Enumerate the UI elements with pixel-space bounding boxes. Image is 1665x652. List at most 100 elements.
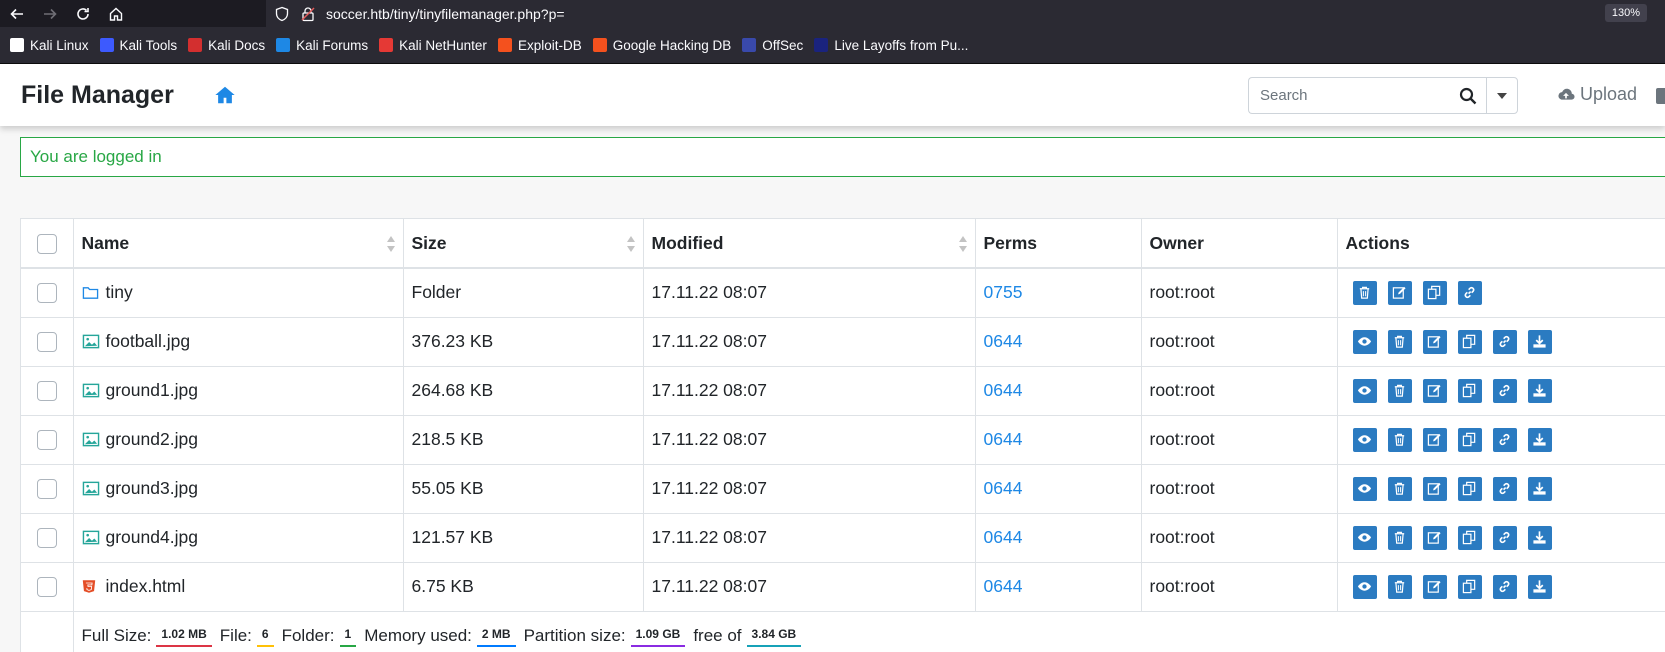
row-checkbox[interactable] [36,430,57,451]
home-outline-icon [109,7,122,21]
row-checkbox[interactable] [36,577,57,598]
row-checkbox[interactable] [36,528,57,549]
name-cell: ground3.jpg [73,464,404,514]
row-checkbox[interactable] [36,283,57,304]
rename-button[interactable] [1422,378,1447,403]
bookmark-item[interactable]: Kali Forums [276,38,368,53]
zoom-indicator[interactable]: 130% [1604,4,1647,22]
direct-link-button[interactable] [1492,329,1517,354]
bookmark-item[interactable]: Kali NetHunter [379,38,487,53]
delete-button[interactable] [1352,280,1377,305]
file-name-link[interactable]: ground2.jpg [106,429,198,450]
delete-button[interactable] [1387,525,1412,550]
bookmark-item[interactable]: Live Layoffs from Pu... [814,38,968,53]
file-name-link[interactable]: ground4.jpg [106,527,198,548]
column-header-name[interactable]: Name [73,219,404,269]
row-checkbox[interactable] [36,381,57,402]
rename-button[interactable] [1422,427,1447,452]
preview-button[interactable] [1352,427,1377,452]
forward-button[interactable] [33,0,66,27]
preview-button[interactable] [1352,378,1377,403]
download-button[interactable] [1527,427,1552,452]
sort-icon[interactable] [386,236,395,252]
direct-link-button[interactable] [1457,280,1482,305]
preview-button[interactable] [1352,329,1377,354]
download-button[interactable] [1527,476,1552,501]
copy-button[interactable] [1422,280,1447,305]
perms-link[interactable]: 0644 [984,576,1023,596]
direct-link-button[interactable] [1492,574,1517,599]
copy-button[interactable] [1457,378,1482,403]
preview-button[interactable] [1352,476,1377,501]
file-name-link[interactable]: ground1.jpg [106,380,198,401]
direct-link-button[interactable] [1492,476,1517,501]
upload-button[interactable]: Upload [1556,84,1637,105]
search-input[interactable] [1248,77,1450,114]
row-checkbox[interactable] [36,332,57,353]
column-header-size[interactable]: Size [403,219,644,269]
copy-button[interactable] [1457,525,1482,550]
perms-link[interactable]: 0644 [984,331,1023,351]
perms-link[interactable]: 0644 [984,478,1023,498]
file-name-link[interactable]: ground3.jpg [106,478,198,499]
file-name-link[interactable]: football.jpg [106,331,191,352]
bookmark-item[interactable]: Google Hacking DB [592,38,731,53]
download-button[interactable] [1527,378,1552,403]
bookmark-item[interactable]: Exploit-DB [497,38,582,53]
bookmark-item[interactable]: Kali Docs [188,38,265,53]
search-dropdown-button[interactable] [1486,77,1518,114]
insecure-lock-icon[interactable] [300,6,316,22]
copy-button[interactable] [1457,574,1482,599]
column-header-modified[interactable]: Modified [643,219,976,269]
rename-button[interactable] [1422,574,1447,599]
preview-button[interactable] [1352,574,1377,599]
sort-icon[interactable] [958,236,967,252]
new-item-icon[interactable] [1656,88,1665,104]
preview-button[interactable] [1352,525,1377,550]
rename-button[interactable] [1422,476,1447,501]
delete-button[interactable] [1387,378,1412,403]
url-bar[interactable]: soccer.htb/tiny/tinyfilemanager.php?p= 1… [266,0,1665,27]
row-checkbox[interactable] [36,479,57,500]
bookmark-item[interactable]: Kali Tools [99,38,177,53]
reload-button[interactable] [66,0,99,27]
shield-icon[interactable] [274,6,290,22]
download-button[interactable] [1527,525,1552,550]
bookmark-item[interactable]: Kali Linux [10,38,89,53]
delete-button[interactable] [1387,574,1412,599]
home-button[interactable] [99,0,132,27]
copy-button[interactable] [1457,329,1482,354]
sort-icon[interactable] [626,236,635,252]
name-cell: football.jpg [73,317,404,367]
perms-link[interactable]: 0755 [984,282,1023,302]
perms-link[interactable]: 0644 [984,429,1023,449]
copy-button[interactable] [1457,427,1482,452]
kali-dragon-icon [10,38,24,52]
direct-link-button[interactable] [1492,525,1517,550]
file-name-link[interactable]: tiny [106,282,133,303]
row-actions [1346,574,1665,599]
rename-button[interactable] [1387,280,1412,305]
search-button[interactable] [1450,77,1486,114]
download-button[interactable] [1527,329,1552,354]
download-button[interactable] [1527,574,1552,599]
file-name-link[interactable]: index.html [106,576,186,597]
perms-cell: 0644 [975,366,1142,416]
delete-button[interactable] [1387,329,1412,354]
direct-link-button[interactable] [1492,427,1517,452]
select-all-checkbox[interactable] [36,233,57,254]
rename-button[interactable] [1422,329,1447,354]
direct-link-button[interactable] [1492,378,1517,403]
url-text[interactable]: soccer.htb/tiny/tinyfilemanager.php?p= [326,6,565,22]
folder-count-badge: 1 [339,624,357,647]
copy-button[interactable] [1457,476,1482,501]
delete-button[interactable] [1387,427,1412,452]
perms-link[interactable]: 0644 [984,380,1023,400]
delete-button[interactable] [1387,476,1412,501]
perms-link[interactable]: 0644 [984,527,1023,547]
back-button[interactable] [0,0,33,27]
home-link[interactable] [214,84,236,106]
brand-title[interactable]: File Manager [21,81,174,110]
bookmark-item[interactable]: OffSec [742,38,803,53]
rename-button[interactable] [1422,525,1447,550]
